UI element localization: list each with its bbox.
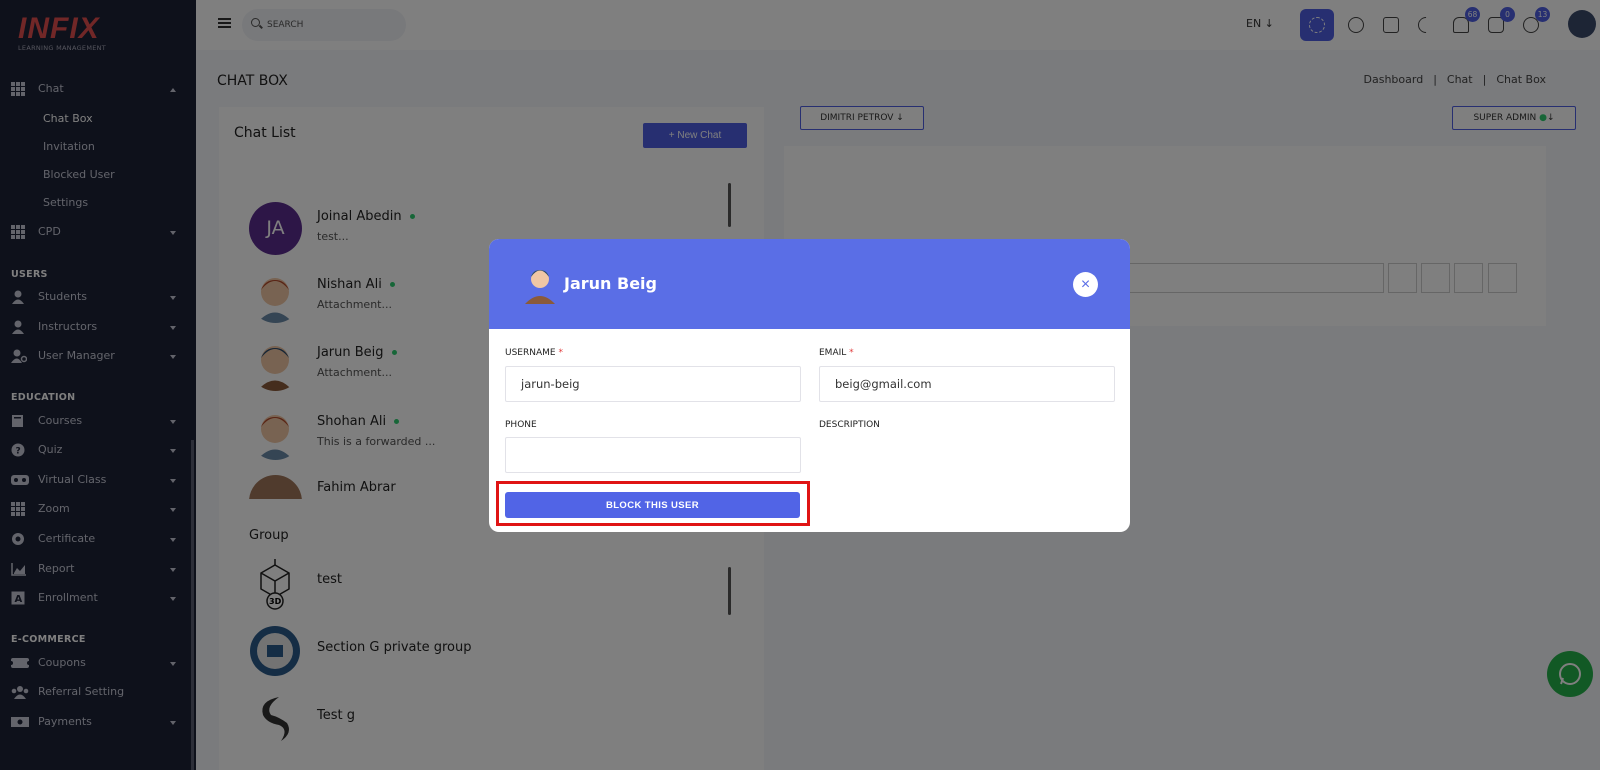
user-avatar-icon	[525, 270, 555, 304]
username-field[interactable]: jarun-beig	[505, 366, 801, 402]
email-label: EMAIL *	[819, 348, 854, 358]
description-label: DESCRIPTION	[819, 420, 880, 430]
username-label-text: USERNAME	[505, 348, 556, 358]
modal-title: Jarun Beig	[564, 274, 657, 293]
modal-header: Jarun Beig ×	[489, 239, 1130, 329]
email-label-text: EMAIL	[819, 348, 847, 358]
username-label: USERNAME *	[505, 348, 563, 358]
close-icon[interactable]: ×	[1073, 272, 1098, 297]
phone-label: PHONE	[505, 420, 537, 430]
email-field[interactable]: beig@gmail.com	[819, 366, 1115, 402]
phone-field[interactable]	[505, 437, 801, 473]
required-mark: *	[849, 348, 854, 358]
highlight-box	[496, 481, 810, 526]
required-mark: *	[558, 348, 563, 358]
